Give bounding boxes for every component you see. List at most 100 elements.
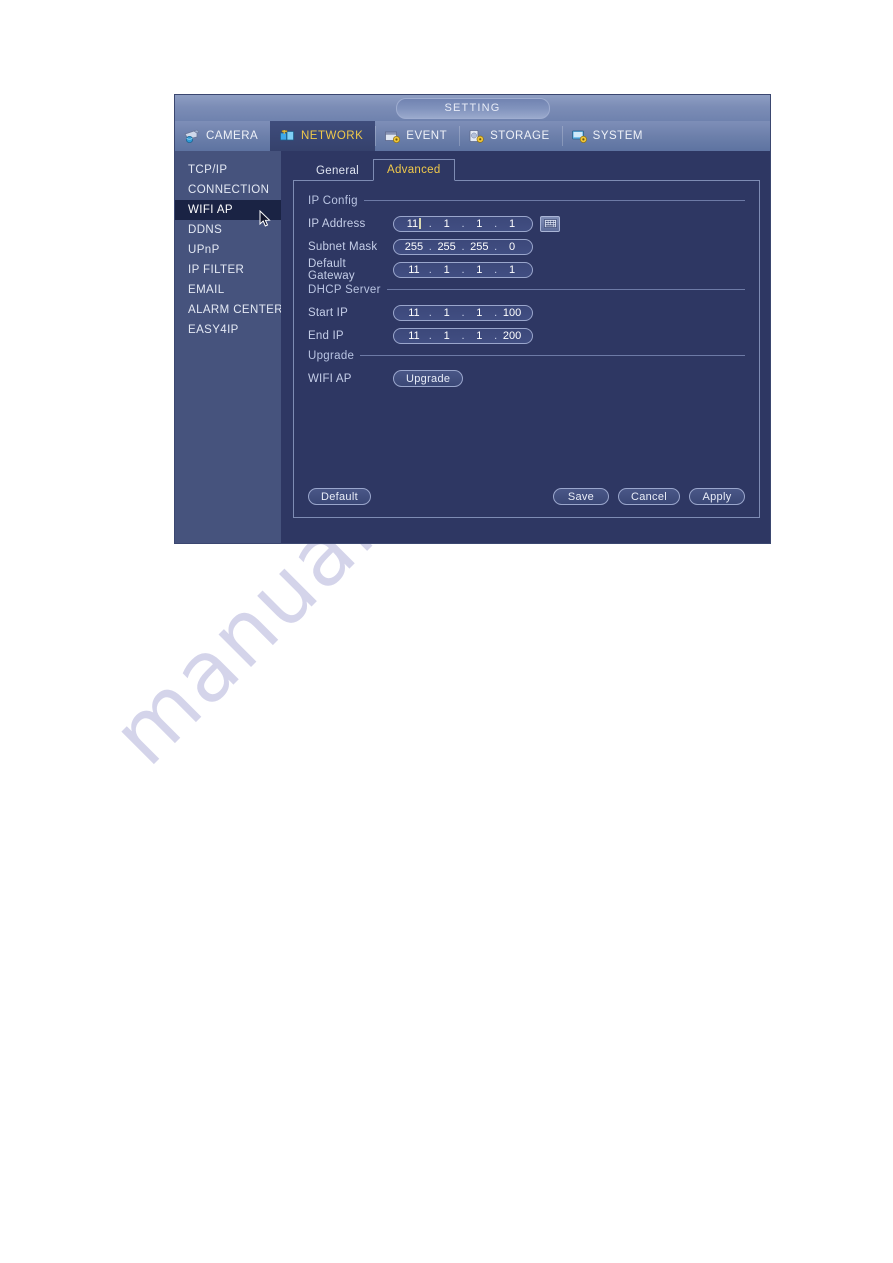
ip-dot: . (494, 217, 498, 230)
dialog-titlebar: SETTING (175, 95, 770, 121)
subtab-advanced[interactable]: Advanced (373, 159, 455, 181)
dialog-title: SETTING (395, 98, 550, 119)
camera-icon (184, 129, 201, 144)
row-default-gateway: Default Gateway 11 . 1 . 1 . 1 (308, 257, 745, 282)
ip-dot: . (494, 263, 498, 276)
section-upgrade-title: Upgrade (308, 349, 355, 362)
subnet-mask-octet-3: 255 (470, 240, 489, 253)
ip-dot: . (494, 240, 498, 253)
ip-dot: . (428, 263, 432, 276)
subnet-mask-octet-4: 0 (509, 240, 516, 253)
network-icon (279, 129, 296, 144)
start-ip-input[interactable]: 11 . 1 . 1 . 100 (393, 304, 533, 321)
tab-event-label: EVENT (406, 130, 448, 142)
end-ip-octet-3: 1 (476, 329, 483, 342)
start-ip-label: Start IP (308, 306, 348, 319)
end-ip-octet-2: 1 (443, 329, 450, 342)
ip-address-input[interactable]: 11 . 1 . 1 . 1 (393, 215, 533, 232)
footer-right-group: Save Cancel Apply (552, 488, 745, 505)
section-divider (363, 200, 745, 201)
subnet-mask-octet-2: 255 (437, 240, 456, 253)
network-sidebar: TCP/IP CONNECTION WIFI AP DDNS UPnP IP F… (175, 151, 283, 543)
section-dhcp-server-title: DHCP Server (308, 283, 381, 296)
start-ip-octet-3: 1 (476, 306, 483, 319)
upgrade-button[interactable]: Upgrade (393, 370, 464, 387)
sidebar-item-wifi-ap[interactable]: WIFI AP (175, 200, 281, 220)
sidebar-item-ip-filter[interactable]: IP FILTER (175, 260, 281, 280)
default-gateway-octet-3: 1 (476, 263, 483, 276)
ip-dot: . (494, 306, 498, 319)
save-button[interactable]: Save (552, 488, 609, 505)
ip-dot: . (428, 217, 432, 230)
default-button[interactable]: Default (308, 488, 371, 505)
sidebar-item-ddns[interactable]: DDNS (175, 220, 281, 240)
apply-button[interactable]: Apply (689, 488, 745, 505)
ip-address-octet-1: 11 (406, 217, 419, 230)
storage-icon (468, 129, 485, 144)
section-ip-config-title: IP Config (308, 194, 358, 207)
subnet-mask-input[interactable]: 255 . 255 . 255 . 0 (393, 238, 533, 255)
ip-dot: . (461, 263, 465, 276)
tab-camera[interactable]: CAMERA (175, 121, 270, 151)
ip-dot: . (461, 240, 465, 253)
tab-system-label: SYSTEM (592, 130, 643, 142)
tab-event[interactable]: EVENT (375, 121, 459, 151)
subtab-general[interactable]: General (302, 160, 373, 181)
dialog-body: TCP/IP CONNECTION WIFI AP DDNS UPnP IP F… (175, 151, 770, 543)
ip-dot: . (428, 306, 432, 319)
sidebar-item-easy4ip[interactable]: EASY4IP (175, 320, 281, 340)
tab-storage[interactable]: STORAGE (459, 121, 562, 151)
row-start-ip: Start IP 11 . 1 . 1 . 100 (308, 302, 745, 323)
start-ip-octet-2: 1 (443, 306, 450, 319)
sidebar-item-connection[interactable]: CONNECTION (175, 180, 281, 200)
end-ip-octet-4: 200 (502, 329, 522, 342)
ip-dot: . (494, 329, 498, 342)
default-gateway-octet-2: 1 (443, 263, 450, 276)
section-upgrade: Upgrade (308, 348, 745, 363)
section-ip-config: IP Config (308, 193, 745, 208)
sidebar-item-tcpip[interactable]: TCP/IP (175, 160, 281, 180)
tab-system[interactable]: SYSTEM (561, 121, 655, 151)
tab-storage-label: STORAGE (490, 130, 550, 142)
subnet-mask-octet-1: 255 (404, 240, 424, 253)
end-ip-label: End IP (308, 329, 344, 342)
sidebar-item-alarm-center[interactable]: ALARM CENTER (175, 300, 283, 320)
text-caret (419, 217, 422, 229)
ip-dot: . (461, 306, 465, 319)
ip-address-octet-3: 1 (476, 217, 483, 230)
ip-dot: . (461, 329, 465, 342)
default-gateway-octet-4: 1 (509, 263, 516, 276)
end-ip-input[interactable]: 11 . 1 . 1 . 200 (393, 327, 533, 344)
section-dhcp-server: DHCP Server (308, 282, 745, 297)
numpad-icon[interactable] (540, 215, 560, 232)
default-gateway-label: Default Gateway (308, 257, 355, 282)
end-ip-octet-1: 11 (408, 329, 420, 342)
sub-tabbar: General Advanced (302, 159, 760, 181)
wifi-ap-content: General Advanced IP Config IP Address 11… (281, 151, 770, 543)
row-subnet-mask: Subnet Mask 255 . 255 . 255 . 0 (308, 236, 745, 257)
start-ip-octet-1: 11 (408, 306, 420, 319)
panel-footer: Default Save Cancel Apply (308, 488, 745, 505)
tab-network[interactable]: NETWORK (270, 121, 376, 151)
ip-address-octet-4: 1 (509, 217, 516, 230)
default-gateway-octet-1: 11 (408, 263, 420, 276)
wifi-ap-label: WIFI AP (308, 372, 352, 385)
ip-dot: . (428, 240, 432, 253)
sidebar-item-upnp[interactable]: UPnP (175, 240, 281, 260)
sidebar-item-email[interactable]: EMAIL (175, 280, 281, 300)
section-divider (360, 355, 745, 356)
row-wifi-ap-upgrade: WIFI AP Upgrade (308, 368, 745, 389)
event-icon (384, 129, 401, 144)
subnet-mask-label: Subnet Mask (308, 240, 378, 253)
ip-address-label: IP Address (308, 217, 366, 230)
row-ip-address: IP Address 11 . 1 . 1 . 1 (308, 213, 745, 234)
ip-dot: . (428, 329, 432, 342)
tab-network-label: NETWORK (301, 130, 364, 142)
section-divider (386, 289, 745, 290)
cancel-button[interactable]: Cancel (617, 488, 680, 505)
default-gateway-input[interactable]: 11 . 1 . 1 . 1 (393, 261, 533, 278)
ip-address-octet-2: 1 (443, 217, 450, 230)
system-icon (571, 129, 588, 144)
tab-camera-label: CAMERA (206, 130, 259, 142)
setting-dialog: SETTING CAMERA NETWORK EVENT STORAGE SYS… (175, 95, 770, 543)
